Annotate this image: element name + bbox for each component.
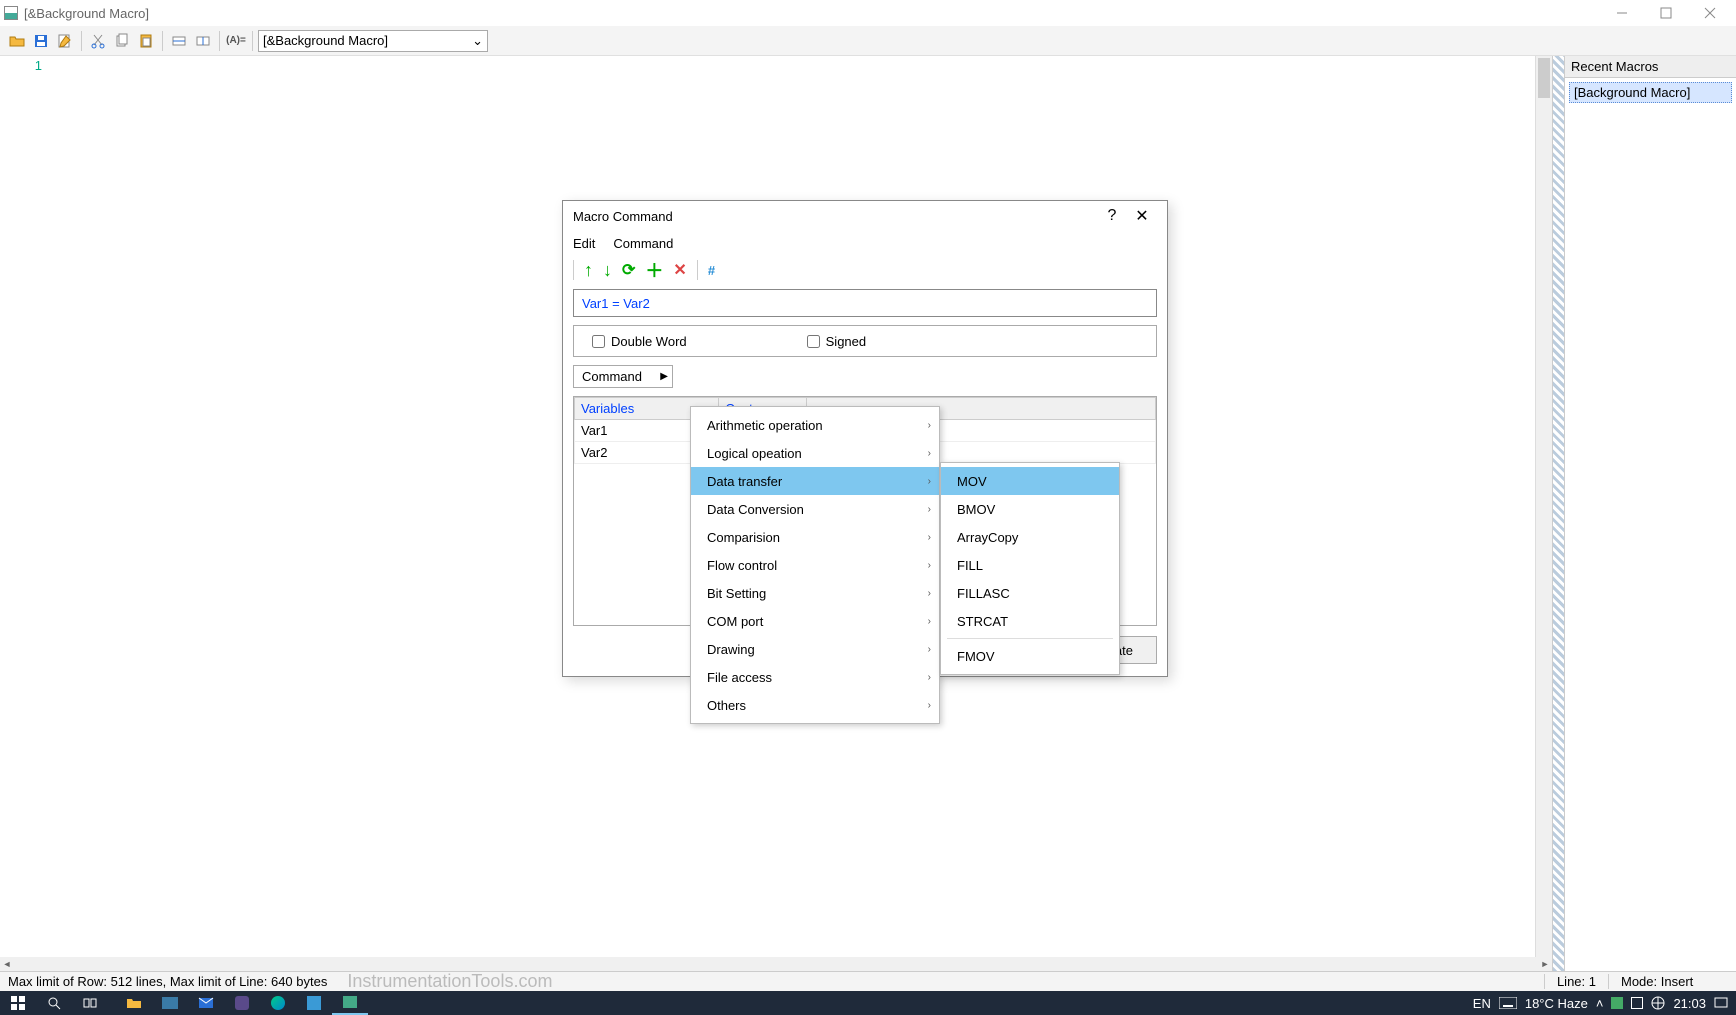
command-dropdown[interactable]: Command ▶ (573, 365, 673, 388)
window-title: [&Background Macro] (24, 6, 1600, 21)
tray-time[interactable]: 21:03 (1673, 996, 1706, 1011)
menu-command[interactable]: Command (613, 236, 673, 251)
cut-icon[interactable] (87, 30, 109, 52)
paste-icon[interactable] (135, 30, 157, 52)
dialog-help-button[interactable]: ? (1097, 201, 1127, 231)
recent-macros-header: Recent Macros (1565, 56, 1736, 78)
command-row: Command ▶ (573, 365, 1157, 388)
options-row: Double Word Signed (573, 325, 1157, 357)
delete-icon[interactable]: ✕ (673, 260, 686, 280)
submenu-mov[interactable]: MOV (941, 467, 1119, 495)
dialog-title: Macro Command (573, 209, 673, 224)
menu-others[interactable]: Others› (691, 691, 939, 719)
tray-icon-1[interactable] (1611, 997, 1623, 1009)
tray-weather[interactable]: 18°C Haze (1525, 996, 1588, 1011)
dialog-close-button[interactable]: ✕ (1127, 201, 1157, 231)
submenu-fmov[interactable]: FMOV (941, 642, 1119, 670)
dialog-titlebar: Macro Command ? ✕ (563, 201, 1167, 231)
menu-data-conversion[interactable]: Data Conversion› (691, 495, 939, 523)
add-icon[interactable]: ＋ (645, 257, 663, 283)
expression-text: Var1 = Var2 (582, 296, 650, 311)
arrow-up-icon[interactable]: ↑ (584, 260, 593, 281)
recent-macro-item[interactable]: [Background Macro] (1569, 82, 1732, 103)
command-category-menu: Arithmetic operation› Logical opeation› … (690, 406, 940, 724)
tool2-icon[interactable] (192, 30, 214, 52)
dialog-toolbar: ↑ ↓ ⟳ ＋ ✕ # (563, 255, 1167, 285)
app-icon (4, 6, 18, 20)
line-gutter: 1 (0, 56, 48, 971)
start-button[interactable] (0, 991, 36, 1015)
open-icon[interactable] (6, 30, 28, 52)
close-button[interactable] (1688, 0, 1732, 26)
copy-icon[interactable] (111, 30, 133, 52)
text-icon[interactable]: (A)= (225, 30, 247, 52)
menu-logical[interactable]: Logical opeation› (691, 439, 939, 467)
submenu-strcat[interactable]: STRCAT (941, 607, 1119, 635)
double-word-checkbox[interactable]: Double Word (592, 334, 687, 349)
taskbar-app-mail[interactable] (188, 991, 224, 1015)
menu-com-port[interactable]: COM port› (691, 607, 939, 635)
taskbar-app-2[interactable] (224, 991, 260, 1015)
submenu-fillasc[interactable]: FILLASC (941, 579, 1119, 607)
refresh-icon[interactable]: ⟳ (622, 260, 635, 280)
vertical-scrollbar[interactable] (1535, 56, 1552, 971)
menu-bit-setting[interactable]: Bit Setting› (691, 579, 939, 607)
taskbar-app-3[interactable] (296, 991, 332, 1015)
taskbar: EN 18°C Haze ˄ 21:03 (0, 991, 1736, 1015)
horizontal-scrollbar[interactable]: ◄► (0, 957, 1552, 971)
menu-divider (947, 638, 1113, 639)
menu-edit[interactable]: Edit (573, 236, 595, 251)
search-icon[interactable] (36, 991, 72, 1015)
submenu-fill[interactable]: FILL (941, 551, 1119, 579)
status-bar: Max limit of Row: 512 lines, Max limit o… (0, 971, 1736, 991)
minimize-button[interactable] (1600, 0, 1644, 26)
hash-icon[interactable]: # (708, 263, 715, 278)
submenu-arraycopy[interactable]: ArrayCopy (941, 523, 1119, 551)
recent-macros-panel: Recent Macros [Background Macro] (1564, 56, 1736, 971)
play-icon: ▶ (660, 371, 668, 382)
chevron-up-icon[interactable]: ˄ (1596, 996, 1604, 1011)
system-tray: EN 18°C Haze ˄ 21:03 (1465, 996, 1736, 1011)
menu-flow-control[interactable]: Flow control› (691, 551, 939, 579)
macro-selector[interactable]: [&Background Macro] ⌄ (258, 30, 488, 52)
dialog-menu: Edit Command (563, 231, 1167, 255)
status-limits: Max limit of Row: 512 lines, Max limit o… (8, 974, 327, 989)
keyboard-icon[interactable] (1499, 997, 1517, 1009)
tool1-icon[interactable] (168, 30, 190, 52)
tray-icon-2[interactable] (1631, 997, 1643, 1009)
chevron-down-icon: ⌄ (472, 33, 483, 49)
taskbar-app-current[interactable] (332, 991, 368, 1015)
network-icon[interactable] (1651, 996, 1665, 1010)
taskbar-app-1[interactable] (152, 991, 188, 1015)
arrow-down-icon[interactable]: ↓ (603, 260, 612, 281)
titlebar: [&Background Macro] (0, 0, 1736, 26)
expression-input[interactable]: Var1 = Var2 (573, 289, 1157, 317)
taskbar-app-edge[interactable] (260, 991, 296, 1015)
menu-arithmetic[interactable]: Arithmetic operation› (691, 411, 939, 439)
edit-icon[interactable] (54, 30, 76, 52)
menu-file-access[interactable]: File access› (691, 663, 939, 691)
menu-comparision[interactable]: Comparision› (691, 523, 939, 551)
watermark-text: InstrumentationTools.com (347, 971, 552, 992)
save-icon[interactable] (30, 30, 52, 52)
line-number: 1 (0, 58, 42, 73)
panel-grip[interactable] (1552, 56, 1564, 971)
taskbar-app-explorer[interactable] (116, 991, 152, 1015)
notifications-icon[interactable] (1714, 996, 1728, 1010)
maximize-button[interactable] (1644, 0, 1688, 26)
taskview-icon[interactable] (72, 991, 108, 1015)
data-transfer-submenu: MOV BMOV ArrayCopy FILL FILLASC STRCAT F… (940, 462, 1120, 675)
submenu-bmov[interactable]: BMOV (941, 495, 1119, 523)
menu-drawing[interactable]: Drawing› (691, 635, 939, 663)
menu-data-transfer[interactable]: Data transfer› (691, 467, 939, 495)
signed-checkbox[interactable]: Signed (807, 334, 866, 349)
toolbar: (A)= [&Background Macro] ⌄ (0, 26, 1736, 56)
status-line: Line: 1 (1544, 974, 1608, 989)
status-mode: Mode: Insert (1608, 974, 1728, 989)
tray-lang[interactable]: EN (1473, 996, 1491, 1011)
macro-selector-text: [&Background Macro] (263, 33, 388, 48)
